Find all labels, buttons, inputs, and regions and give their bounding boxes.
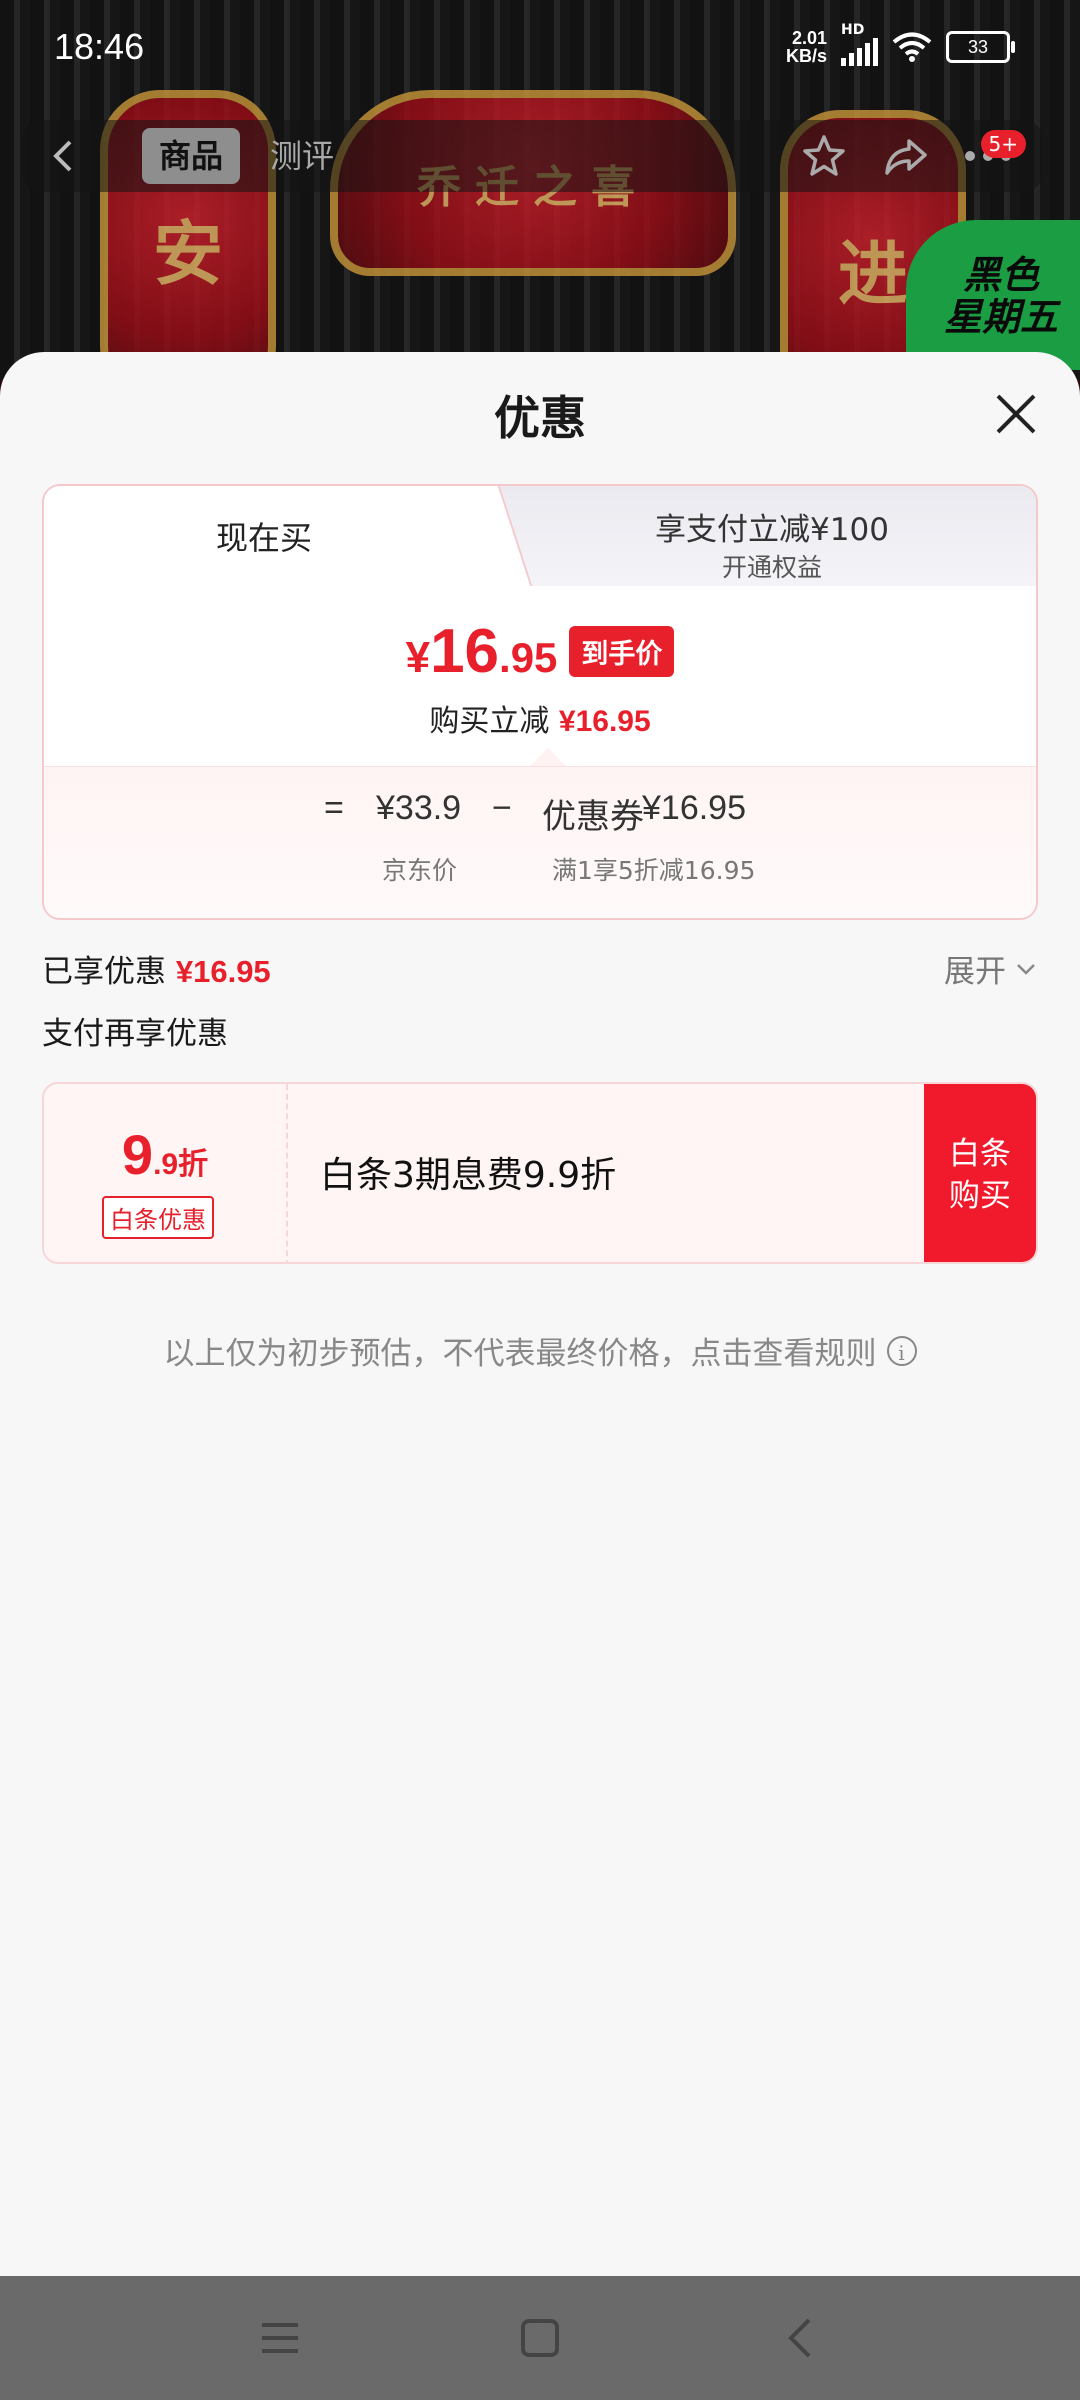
discount-sheet: 优惠 现在买 享支付立减¥100 开通权益 ¥ 16 .95 到手价 购买立减 … [0, 352, 1080, 2276]
final-price-integer: 16 [430, 617, 500, 686]
tab-buy-now[interactable]: 现在买 [44, 486, 484, 586]
instant-discount-label: 购买立减 [429, 704, 550, 739]
star-icon [803, 135, 845, 176]
jd-price: ¥33.9 [376, 789, 462, 827]
baitiao-rate: 9.9折 [44, 1122, 286, 1187]
network-speed-unit: KB/s [785, 46, 827, 66]
wifi-icon [892, 32, 932, 62]
home-square-icon [521, 2319, 559, 2357]
chevron-left-icon [53, 140, 72, 172]
price-breakdown: = ¥33.9 − 优惠券 ¥16.95 京东价 满1享5折减16.95 [44, 766, 1036, 918]
menu-icon [262, 2323, 298, 2353]
minus-sign: − [492, 789, 512, 827]
expand-button[interactable]: 展开 [944, 946, 1038, 991]
pay-discount-title: 享支付立减¥100 [655, 512, 889, 548]
pay-discount-subtitle: 开通权益 [721, 553, 822, 582]
home-button[interactable] [510, 2308, 570, 2368]
menu-button[interactable] [250, 2308, 310, 2368]
baitiao-offer-card[interactable]: 9.9折 白条优惠 白条3期息费9.9折 白条购买 [42, 1082, 1038, 1264]
message-count-badge: 5+ [980, 130, 1026, 158]
system-back-button[interactable] [770, 2308, 830, 2368]
instant-discount-amount: ¥16.95 [558, 705, 651, 738]
network-speed: 2.01 KB/s [786, 29, 827, 65]
system-nav-bar [0, 2276, 1080, 2400]
favorite-button[interactable] [800, 132, 848, 180]
breakdown-pointer [530, 748, 566, 766]
coupon-label: 优惠券 [542, 798, 644, 836]
baitiao-description: 白条3期息费9.9折 [320, 1155, 617, 1196]
product-nav-bar: 商品 测评 5+ [22, 120, 1042, 192]
baitiao-tag: 白条优惠 [102, 1196, 214, 1239]
cell-signal-icon: HD [841, 22, 878, 66]
final-price-decimal: .95 [499, 634, 558, 681]
baitiao-rate-small: .9折 [153, 1148, 209, 1181]
share-icon [885, 139, 927, 175]
baitiao-buy-label: 白条购买 [949, 1136, 1011, 1214]
enjoyed-discount: 已享优惠 ¥16.95 [42, 946, 271, 991]
network-speed-value: 2.01 [791, 28, 827, 48]
back-arrow-icon [788, 2318, 811, 2358]
black-friday-badge: 黑色 星期五 [906, 220, 1080, 370]
more-button[interactable]: 5+ [964, 130, 1026, 180]
final-price-row: ¥ 16 .95 到手价 [44, 616, 1036, 687]
baitiao-rate-section: 9.9折 白条优惠 [44, 1084, 288, 1262]
pay-more-heading: 支付再享优惠 [42, 1016, 228, 1052]
nav-actions: 5+ [800, 130, 1026, 180]
final-price: ¥ 16 .95 [406, 616, 558, 687]
equals-sign: = [324, 789, 344, 827]
baitiao-buy-button[interactable]: 白条购买 [924, 1084, 1036, 1262]
share-button[interactable] [882, 132, 930, 180]
info-icon: i [886, 1335, 917, 1366]
status-icons: 2.01 KB/s HD 33 [786, 22, 1015, 66]
enjoyed-label: 已享优惠 [42, 954, 166, 990]
sheet-title: 优惠 [494, 391, 586, 445]
price-card: 现在买 享支付立减¥100 开通权益 ¥ 16 .95 到手价 购买立减 ¥16… [42, 484, 1038, 920]
close-icon [996, 394, 1036, 434]
tab-reviews[interactable]: 测评 [270, 128, 334, 184]
network-type-label: HD [841, 22, 865, 38]
battery-level: 33 [967, 36, 989, 57]
back-button[interactable] [40, 132, 88, 180]
disclaimer-link[interactable]: 以上仅为初步预估，不代表最终价格，点击查看规则 i [0, 1328, 1080, 1373]
disclaimer-text: 以上仅为初步预估，不代表最终价格，点击查看规则 [163, 1336, 877, 1372]
coupon-amount: ¥16.95 [642, 789, 746, 827]
baitiao-rate-big: 9 [121, 1123, 154, 1186]
status-bar: 18:46 2.01 KB/s HD 33 [0, 0, 1080, 96]
battery-icon: 33 [946, 31, 1015, 63]
tab-product[interactable]: 商品 [142, 128, 240, 184]
coupon-rule: 满1享5折减16.95 [552, 856, 756, 885]
final-price-currency: ¥ [405, 633, 431, 682]
status-time: 18:46 [54, 26, 145, 67]
instant-discount-row: 购买立减 ¥16.95 [44, 696, 1036, 740]
chevron-down-icon [1017, 963, 1035, 975]
jd-price-label: 京东价 [382, 856, 458, 885]
screen: 安 乔迁之喜 进 黑色 星期五 18:46 2.01 KB/s HD [0, 0, 1080, 2400]
close-button[interactable] [992, 390, 1040, 438]
enjoyed-amount: ¥16.95 [175, 954, 271, 989]
final-price-badge: 到手价 [569, 626, 675, 677]
expand-label: 展开 [944, 954, 1006, 990]
